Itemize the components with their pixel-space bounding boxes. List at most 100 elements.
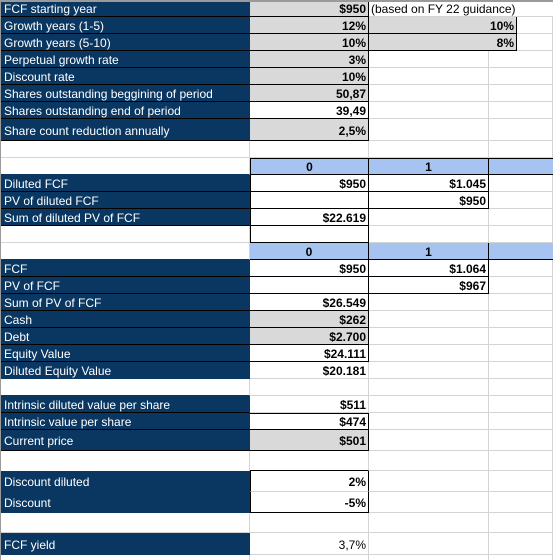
cell-empty[interactable] [489, 513, 553, 533]
cell-empty[interactable] [369, 294, 489, 311]
cell-pv-fcf-1[interactable]: $967 [369, 277, 489, 294]
cell-empty[interactable] [369, 362, 489, 379]
cell-empty[interactable] [489, 471, 553, 492]
cell-intrinsic[interactable]: $474 [250, 413, 369, 430]
cell-pv-diluted-fcf-1[interactable]: $950 [369, 192, 489, 209]
label-pv-diluted-fcf[interactable]: PV of diluted FCF [0, 192, 250, 209]
label-growth-5-10[interactable]: Growth years (5-10) [0, 34, 250, 51]
cell-empty[interactable] [0, 513, 250, 533]
cell-empty[interactable] [489, 533, 553, 555]
cell-shares-begin[interactable]: 50,87 [250, 85, 369, 102]
cell-empty[interactable] [250, 226, 369, 243]
cell-empty[interactable] [489, 141, 553, 158]
cell-pv-fcf-0[interactable] [250, 277, 369, 294]
cell-empty[interactable] [250, 555, 369, 560]
period-header-1[interactable]: 1 [369, 243, 489, 260]
cell-intrinsic-diluted[interactable]: $511 [250, 396, 369, 413]
note-fcf-guidance[interactable]: (based on FY 22 guidance) [369, 0, 516, 17]
label-share-reduction[interactable]: Share count reduction annually [0, 119, 250, 141]
cell-empty[interactable] [489, 0, 553, 17]
label-fcf-yield[interactable]: FCF yield [0, 533, 250, 555]
cell-empty[interactable] [369, 533, 489, 555]
cell-empty[interactable] [369, 328, 489, 345]
cell-empty[interactable] [369, 396, 489, 413]
cell-empty[interactable] [489, 328, 553, 345]
cell-empty[interactable] [369, 209, 489, 226]
cell-pv-diluted-fcf-0[interactable] [250, 192, 369, 209]
cell-fcf-yield[interactable]: 3,7% [250, 533, 369, 555]
cell-discount-diluted[interactable]: 2% [250, 471, 369, 492]
cell-empty[interactable] [369, 430, 489, 451]
cell-empty[interactable] [0, 226, 250, 243]
label-pv-fcf[interactable]: PV of FCF [0, 277, 250, 294]
cell-empty[interactable] [250, 379, 369, 396]
cell-empty[interactable] [369, 555, 489, 560]
cell-empty[interactable] [489, 413, 553, 430]
cell-empty[interactable] [489, 451, 553, 471]
cell-discount-rate[interactable]: 10% [250, 68, 369, 85]
cell-empty[interactable] [0, 243, 250, 260]
cell-empty[interactable] [369, 451, 489, 471]
cell-empty[interactable] [0, 158, 250, 175]
cell-empty[interactable] [369, 513, 489, 533]
cell-empty[interactable] [369, 226, 489, 243]
cell-empty[interactable] [489, 192, 553, 209]
cell-empty[interactable] [0, 141, 250, 158]
label-current-price[interactable]: Current price [0, 430, 250, 451]
cell-debt[interactable]: $2.700 [250, 328, 369, 345]
cell-growth-1-5-alt[interactable]: 10% [369, 17, 517, 34]
cell-empty[interactable] [489, 209, 553, 226]
cell-empty[interactable] [250, 451, 369, 471]
cell-empty[interactable] [250, 141, 369, 158]
cell-empty[interactable] [489, 85, 553, 102]
cell-empty[interactable] [489, 294, 553, 311]
label-diluted-equity-value[interactable]: Diluted Equity Value [0, 362, 250, 379]
label-intrinsic-diluted[interactable]: Intrinsic diluted value per share [0, 396, 250, 413]
diluted-period-header-1[interactable]: 1 [369, 158, 489, 175]
label-discount-diluted[interactable]: Discount diluted [0, 471, 250, 492]
cell-fcf-0[interactable]: $950 [250, 260, 369, 277]
cell-shares-end[interactable]: 39,49 [250, 102, 369, 119]
cell-empty[interactable] [369, 492, 489, 513]
label-sum-pv-fcf[interactable]: Sum of PV of FCF [0, 294, 250, 311]
cell-empty[interactable] [489, 119, 553, 141]
label-diluted-fcf[interactable]: Diluted FCF [0, 175, 250, 192]
label-discount-rate[interactable]: Discount rate [0, 68, 250, 85]
cell-empty[interactable] [489, 345, 553, 362]
cell-diluted-fcf-1[interactable]: $1.045 [369, 175, 489, 192]
period-header-2[interactable] [489, 243, 553, 260]
label-shares-begin[interactable]: Shares outstanding beggining of period [0, 85, 250, 102]
cell-empty[interactable] [489, 226, 553, 243]
label-perpetual-growth[interactable]: Perpetual growth rate [0, 51, 250, 68]
cell-empty[interactable] [489, 51, 553, 68]
cell-empty[interactable] [369, 85, 489, 102]
cell-empty[interactable] [0, 379, 250, 396]
cell-fcf-1[interactable]: $1.064 [369, 260, 489, 277]
cell-empty[interactable] [489, 492, 553, 513]
cell-fcf-starting-year[interactable]: $950 [250, 0, 369, 17]
cell-empty[interactable] [489, 396, 553, 413]
label-discount[interactable]: Discount [0, 492, 250, 513]
cell-diluted-equity-value[interactable]: $20.181 [250, 362, 369, 379]
cell-empty[interactable] [369, 345, 489, 362]
cell-sum-diluted-pv[interactable]: $22.619 [250, 209, 369, 226]
cell-empty[interactable] [369, 51, 489, 68]
cell-empty[interactable] [369, 141, 489, 158]
cell-empty[interactable] [489, 555, 553, 560]
cell-perpetual-growth[interactable]: 3% [250, 51, 369, 68]
label-equity-value[interactable]: Equity Value [0, 345, 250, 362]
cell-empty[interactable] [489, 277, 553, 294]
cell-empty[interactable] [489, 430, 553, 451]
cell-empty[interactable] [517, 34, 553, 51]
cell-growth-1-5[interactable]: 12% [250, 17, 369, 34]
cell-empty[interactable] [369, 102, 489, 119]
cell-empty[interactable] [369, 311, 489, 328]
cell-empty[interactable] [250, 513, 369, 533]
cell-empty[interactable] [489, 175, 553, 192]
label-intrinsic[interactable]: Intrinsic value per share [0, 413, 250, 430]
label-growth-1-5[interactable]: Growth years (1-5) [0, 17, 250, 34]
period-header-0[interactable]: 0 [250, 243, 369, 260]
cell-empty[interactable] [369, 119, 489, 141]
cell-empty[interactable] [489, 102, 553, 119]
cell-share-reduction[interactable]: 2,5% [250, 119, 369, 141]
